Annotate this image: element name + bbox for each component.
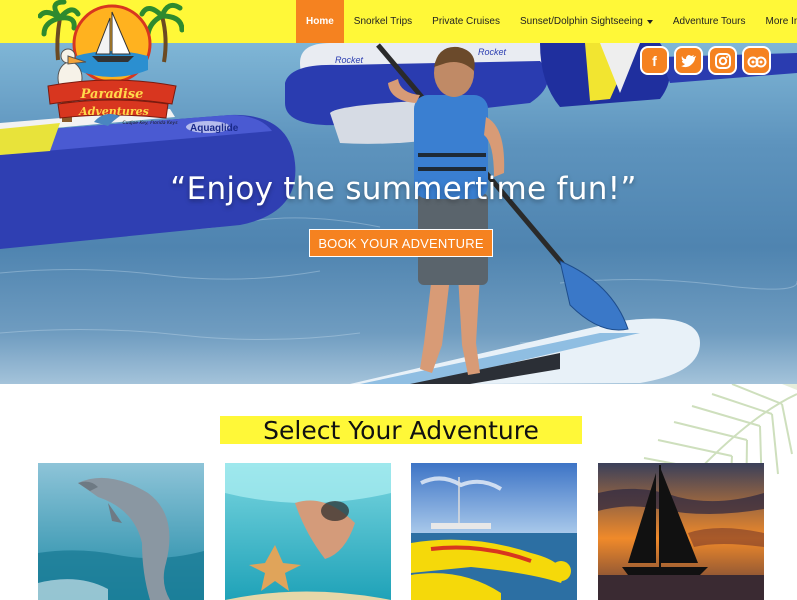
svg-text:Rocket: Rocket bbox=[478, 47, 507, 57]
adventure-card-banana-boat[interactable] bbox=[411, 463, 577, 600]
instagram-icon[interactable] bbox=[708, 46, 737, 75]
section-title: Select Your Adventure bbox=[220, 416, 582, 445]
nav-snorkel-label: Snorkel Trips bbox=[353, 16, 413, 27]
snorkel-photo bbox=[225, 463, 391, 600]
facebook-glyph: f bbox=[652, 52, 657, 69]
tripadvisor-owl-icon bbox=[747, 56, 766, 67]
nav-home[interactable]: Home bbox=[296, 0, 344, 43]
nav-adventure-label: Adventure Tours bbox=[672, 16, 746, 27]
nav-home-label: Home bbox=[306, 16, 334, 27]
sunset-sail-photo bbox=[598, 463, 764, 600]
book-adventure-button[interactable]: BOOK YOUR ADVENTURE bbox=[309, 229, 493, 257]
hero-title: “Enjoy the summertime fun!” bbox=[170, 171, 637, 207]
dolphin-photo bbox=[38, 463, 204, 600]
nav-snorkel-trips[interactable]: Snorkel Trips bbox=[344, 0, 422, 43]
float-brand2-label: Rocket bbox=[335, 55, 364, 65]
select-adventure-section: Select Your Adventure bbox=[0, 384, 797, 600]
tripadvisor-icon[interactable] bbox=[742, 46, 771, 75]
nav-private-label: Private Cruises bbox=[432, 16, 500, 27]
float-brand-label: Aquaglide bbox=[190, 123, 239, 134]
banana-boat-photo bbox=[411, 463, 577, 600]
logo-tagline: Cudjoe Key, Florida Keys bbox=[122, 120, 178, 126]
nav-private-cruises[interactable]: Private Cruises bbox=[422, 0, 510, 43]
paddle-board bbox=[350, 318, 700, 384]
instagram-camera-icon bbox=[714, 52, 731, 69]
nav-sunset-dolphin[interactable]: Sunset/Dolphin Sightseeing bbox=[510, 0, 663, 43]
nav-sunset-label: Sunset/Dolphin Sightseeing bbox=[519, 16, 643, 27]
adventure-card-dolphin[interactable] bbox=[38, 463, 204, 600]
social-links: f bbox=[640, 46, 771, 75]
twitter-icon[interactable] bbox=[674, 46, 703, 75]
nav-more-info[interactable]: More Info bbox=[755, 0, 797, 43]
chevron-down-icon bbox=[646, 19, 653, 24]
adventure-card-sunset-sail[interactable] bbox=[598, 463, 764, 600]
main-nav: Home Snorkel Trips Private Cruises Sunse… bbox=[296, 0, 797, 43]
nav-more-label: More Info bbox=[765, 16, 797, 27]
twitter-bird-icon bbox=[680, 54, 696, 67]
paradise-adventures-logo[interactable]: Paradise Adventures Cudjoe Key, Florida … bbox=[38, 0, 184, 130]
nav-adventure-tours[interactable]: Adventure Tours bbox=[663, 0, 756, 43]
adventure-card-snorkel[interactable] bbox=[225, 463, 391, 600]
facebook-icon[interactable]: f bbox=[640, 46, 669, 75]
